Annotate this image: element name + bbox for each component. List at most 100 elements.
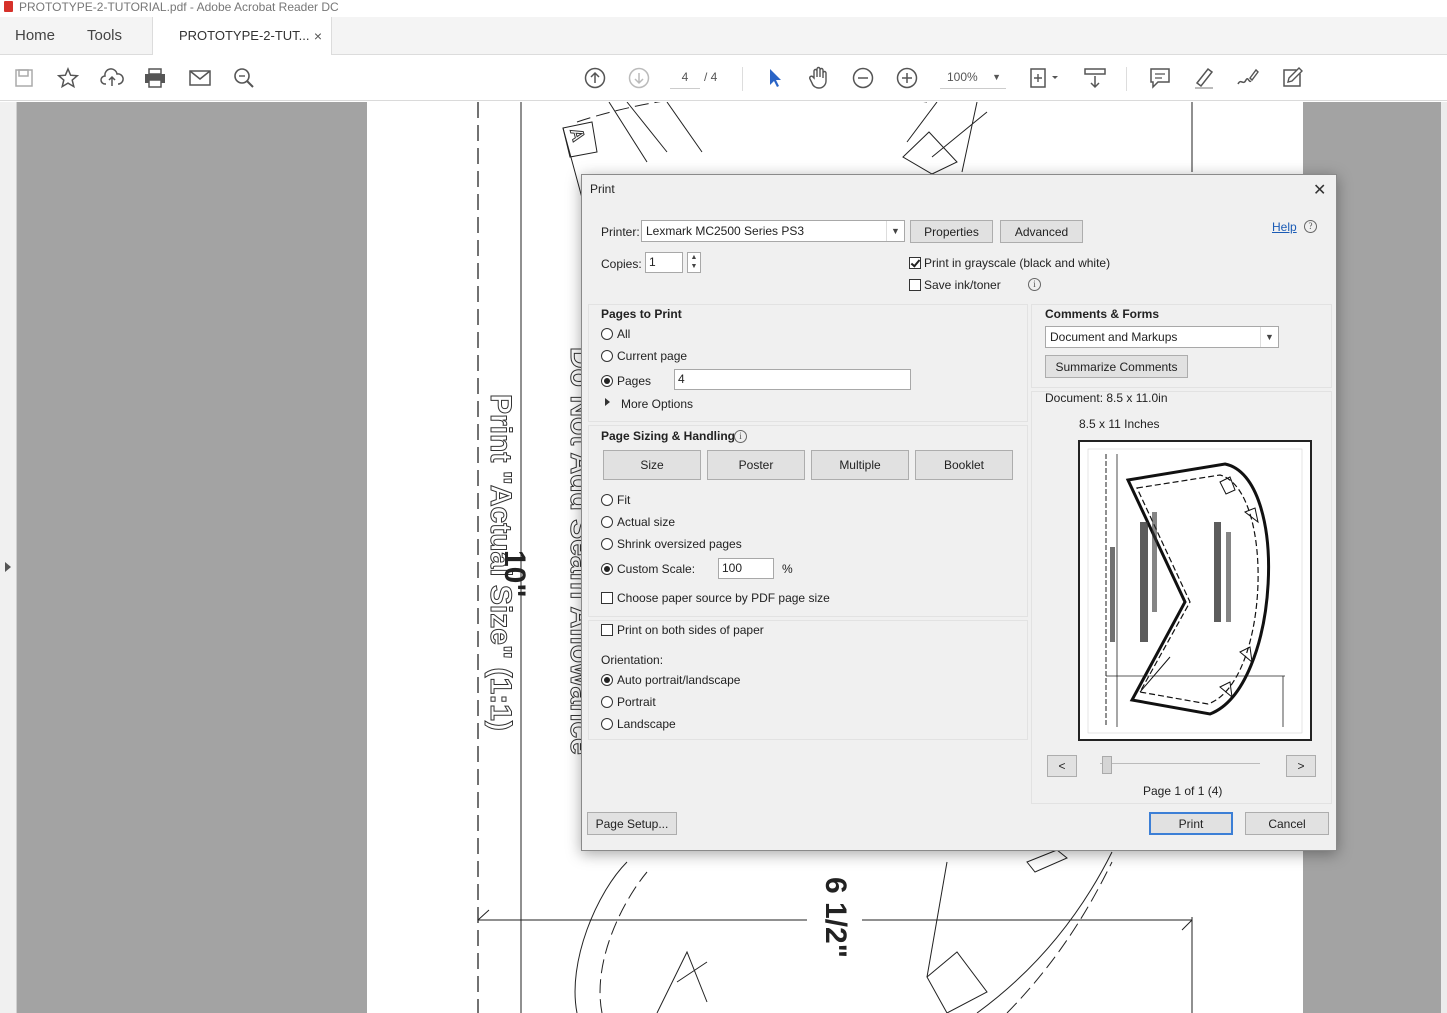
info-icon[interactable]: i (1028, 278, 1041, 291)
grayscale-label: Print in grayscale (black and white) (924, 256, 1111, 270)
dimension-10-label: 10" (498, 550, 531, 598)
save-ink-checkbox[interactable] (909, 279, 921, 291)
preview-next-button[interactable]: > (1286, 755, 1316, 777)
sign-icon[interactable] (1235, 65, 1261, 91)
dimension-6-5-label: 6 1/2" (819, 877, 852, 958)
expand-arrow-icon[interactable] (605, 398, 610, 406)
chevron-down-icon: ▼ (992, 72, 1001, 82)
page-setup-button[interactable]: Page Setup... (587, 812, 677, 835)
page-total: / 4 (704, 70, 718, 84)
scrollbar[interactable] (1441, 102, 1447, 1013)
comments-forms-value: Document and Markups (1050, 330, 1178, 344)
preview-prev-button[interactable]: < (1047, 755, 1077, 777)
email-icon[interactable] (187, 65, 213, 91)
help-icon[interactable]: ? (1304, 220, 1317, 233)
cloud-upload-icon[interactable] (99, 65, 125, 91)
zoom-level-value: 100% (947, 70, 978, 84)
more-options-toggle[interactable]: More Options (621, 397, 693, 411)
landscape-radio[interactable] (601, 718, 613, 730)
portrait-label: Portrait (617, 695, 656, 709)
advanced-button[interactable]: Advanced (1000, 220, 1083, 243)
size-button[interactable]: Size (603, 450, 701, 480)
preview-slider-thumb[interactable] (1102, 756, 1112, 774)
tab-document[interactable]: PROTOTYPE-2-TUT... × (152, 17, 332, 56)
paper-size-label: 8.5 x 11 Inches (1079, 417, 1160, 431)
toolbar-divider (742, 67, 743, 91)
preview-slider-track[interactable] (1100, 763, 1260, 764)
page-fit-icon[interactable] (1028, 65, 1062, 91)
copies-input[interactable]: 1 (645, 252, 683, 273)
page-down-icon[interactable] (626, 65, 652, 91)
printer-select[interactable]: Lexmark MC2500 Series PS3 ▼ (641, 220, 905, 242)
tab-home[interactable]: Home (15, 17, 55, 55)
print-dialog: Print ✕ Printer: Lexmark MC2500 Series P… (581, 174, 1337, 851)
document-size-label: Document: 8.5 x 11.0in (1045, 391, 1168, 405)
tab-close-icon[interactable]: × (314, 17, 322, 55)
poster-button[interactable]: Poster (707, 450, 805, 480)
shrink-label: Shrink oversized pages (617, 537, 742, 551)
copies-stepper[interactable]: ▲ ▼ (687, 252, 701, 273)
close-icon[interactable]: ✕ (1313, 180, 1326, 200)
current-page-radio[interactable] (601, 350, 613, 362)
comments-forms-heading: Comments & Forms (1045, 307, 1160, 321)
tab-bar: Home Tools PROTOTYPE-2-TUT... × (0, 17, 1447, 56)
actual-size-label: Actual size (617, 515, 676, 529)
star-icon[interactable] (55, 65, 81, 91)
save-icon[interactable] (11, 65, 37, 91)
all-pages-label: All (617, 327, 631, 341)
page-sizing-heading: Page Sizing & Handling (601, 429, 736, 443)
fit-radio[interactable] (601, 494, 613, 506)
chevron-down-icon: ▼ (886, 221, 904, 241)
help-link[interactable]: Help (1272, 220, 1297, 234)
zoom-search-icon[interactable] (231, 65, 257, 91)
orientation-heading: Orientation: (601, 653, 664, 667)
both-sides-checkbox[interactable] (601, 624, 613, 636)
dialog-title: Print (590, 182, 615, 196)
print-button[interactable]: Print (1149, 812, 1233, 835)
grayscale-checkbox[interactable] (909, 257, 921, 269)
zoom-level-select[interactable]: 100% ▼ (940, 65, 1006, 89)
page-number-input[interactable]: 4 (670, 65, 700, 89)
printer-label: Printer: (601, 225, 640, 239)
copies-label: Copies: (601, 257, 642, 271)
booklet-button[interactable]: Booklet (915, 450, 1013, 480)
custom-scale-input[interactable]: 100 (718, 558, 774, 579)
auto-orientation-radio[interactable] (601, 674, 613, 686)
auto-orientation-label: Auto portrait/landscape (617, 673, 741, 687)
tab-tools[interactable]: Tools (87, 17, 122, 55)
cancel-button[interactable]: Cancel (1245, 812, 1329, 835)
print-icon[interactable] (142, 65, 168, 91)
toolbar-divider (1126, 67, 1127, 91)
printer-select-value: Lexmark MC2500 Series PS3 (646, 224, 805, 238)
percent-label: % (782, 562, 793, 576)
shrink-radio[interactable] (601, 538, 613, 550)
comment-icon[interactable] (1147, 65, 1173, 91)
all-pages-radio[interactable] (601, 328, 613, 340)
pages-to-print-heading: Pages to Print (601, 307, 682, 321)
summarize-comments-button[interactable]: Summarize Comments (1045, 355, 1188, 378)
zoom-in-icon[interactable] (894, 65, 920, 91)
highlight-icon[interactable] (1191, 65, 1217, 91)
info-icon[interactable]: i (734, 430, 747, 443)
zoom-out-icon[interactable] (850, 65, 876, 91)
pages-range-input[interactable]: 4 (674, 369, 911, 390)
stamp-icon[interactable] (1279, 65, 1305, 91)
pages-label: Pages (617, 374, 652, 388)
page-up-icon[interactable] (582, 65, 608, 91)
portrait-radio[interactable] (601, 696, 613, 708)
hand-icon[interactable] (806, 65, 832, 91)
paper-source-checkbox[interactable] (601, 592, 613, 604)
custom-scale-label: Custom Scale: (617, 562, 696, 576)
custom-scale-radio[interactable] (601, 563, 613, 575)
pdf-file-icon (4, 1, 13, 12)
properties-button[interactable]: Properties (910, 220, 993, 243)
multiple-button[interactable]: Multiple (811, 450, 909, 480)
piece-marker: A (566, 126, 589, 144)
pages-radio[interactable] (601, 375, 613, 387)
actual-size-radio[interactable] (601, 516, 613, 528)
comments-forms-select[interactable]: Document and Markups ▼ (1045, 326, 1279, 348)
tab-document-label: PROTOTYPE-2-TUT... (179, 28, 310, 43)
select-arrow-icon[interactable] (762, 65, 788, 91)
scroll-icon[interactable] (1082, 65, 1108, 91)
navigation-pane-toggle[interactable] (0, 102, 17, 1013)
